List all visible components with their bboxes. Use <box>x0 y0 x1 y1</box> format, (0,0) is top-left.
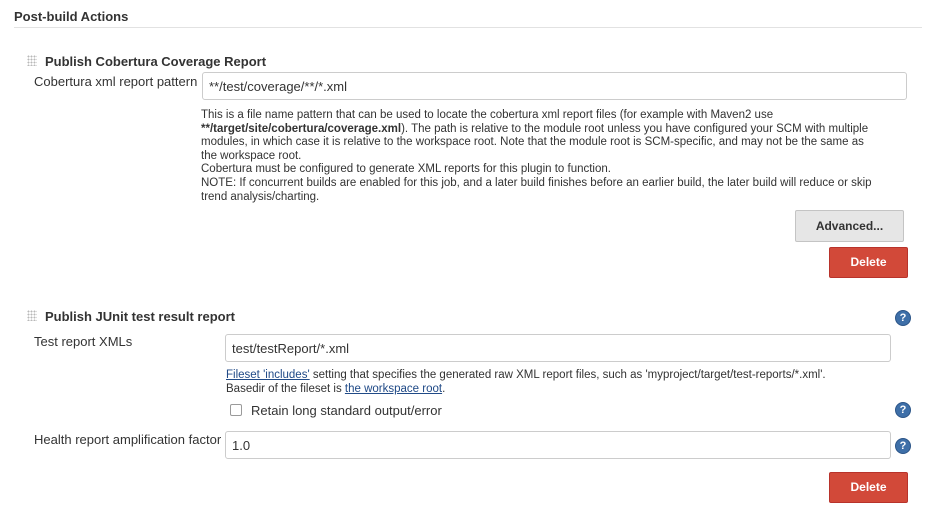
help-icon[interactable]: ? <box>895 438 911 454</box>
junit-xml-input[interactable] <box>225 334 891 362</box>
drag-handle-icon[interactable] <box>27 55 37 66</box>
help-line: **/target/site/cobertura/coverage.xml). … <box>201 123 872 137</box>
help-line-rest: setting that specifies the generated raw… <box>309 369 826 381</box>
cobertura-pattern-input[interactable] <box>202 72 907 100</box>
help-line: Cobertura must be configured to generate… <box>201 163 611 176</box>
retain-output-label: Retain long standard output/error <box>251 403 442 418</box>
help-line: modules, in which case it is relative to… <box>201 136 864 149</box>
fileset-includes-link[interactable]: Fileset 'includes' <box>226 369 310 381</box>
delete-button[interactable]: Delete <box>829 247 908 278</box>
help-line-prefix: Basedir of the fileset is <box>226 382 345 395</box>
health-factor-input[interactable] <box>225 431 891 459</box>
junit-help-text: Fileset 'includes' setting that specifie… <box>226 369 826 396</box>
retain-output-checkbox[interactable] <box>230 404 242 416</box>
junit-xml-label: Test report XMLs <box>34 334 133 349</box>
help-line: Fileset 'includes' setting that specifie… <box>226 369 826 383</box>
help-icon[interactable]: ? <box>895 402 911 418</box>
advanced-button[interactable]: Advanced... <box>795 210 904 242</box>
junit-title: Publish JUnit test result report <box>45 309 235 324</box>
drag-handle-icon[interactable] <box>27 310 37 321</box>
delete-button[interactable]: Delete <box>829 472 908 503</box>
help-line: the workspace root. <box>201 149 302 162</box>
help-line-suffix: . <box>442 382 446 395</box>
cobertura-help-text: This is a file name pattern that can be … <box>201 109 872 204</box>
help-line: This is a file name pattern that can be … <box>201 109 774 121</box>
help-icon[interactable]: ? <box>895 310 911 326</box>
cobertura-pattern-label: Cobertura xml report pattern <box>34 74 198 89</box>
workspace-root-link[interactable]: the workspace root <box>345 383 442 395</box>
help-line: NOTE: If concurrent builds are enabled f… <box>201 176 872 189</box>
help-line: trend analysis/charting. <box>201 190 320 203</box>
section-divider <box>14 27 922 28</box>
help-line-rest: ). The path is relative to the module ro… <box>401 122 869 135</box>
cobertura-title: Publish Cobertura Coverage Report <box>45 54 267 69</box>
health-factor-label: Health report amplification factor <box>34 432 222 447</box>
section-title: Post-build Actions <box>14 9 129 24</box>
help-bold-path: **/target/site/cobertura/coverage.xml <box>201 122 402 135</box>
help-line: Basedir of the fileset is the workspace … <box>226 383 826 397</box>
